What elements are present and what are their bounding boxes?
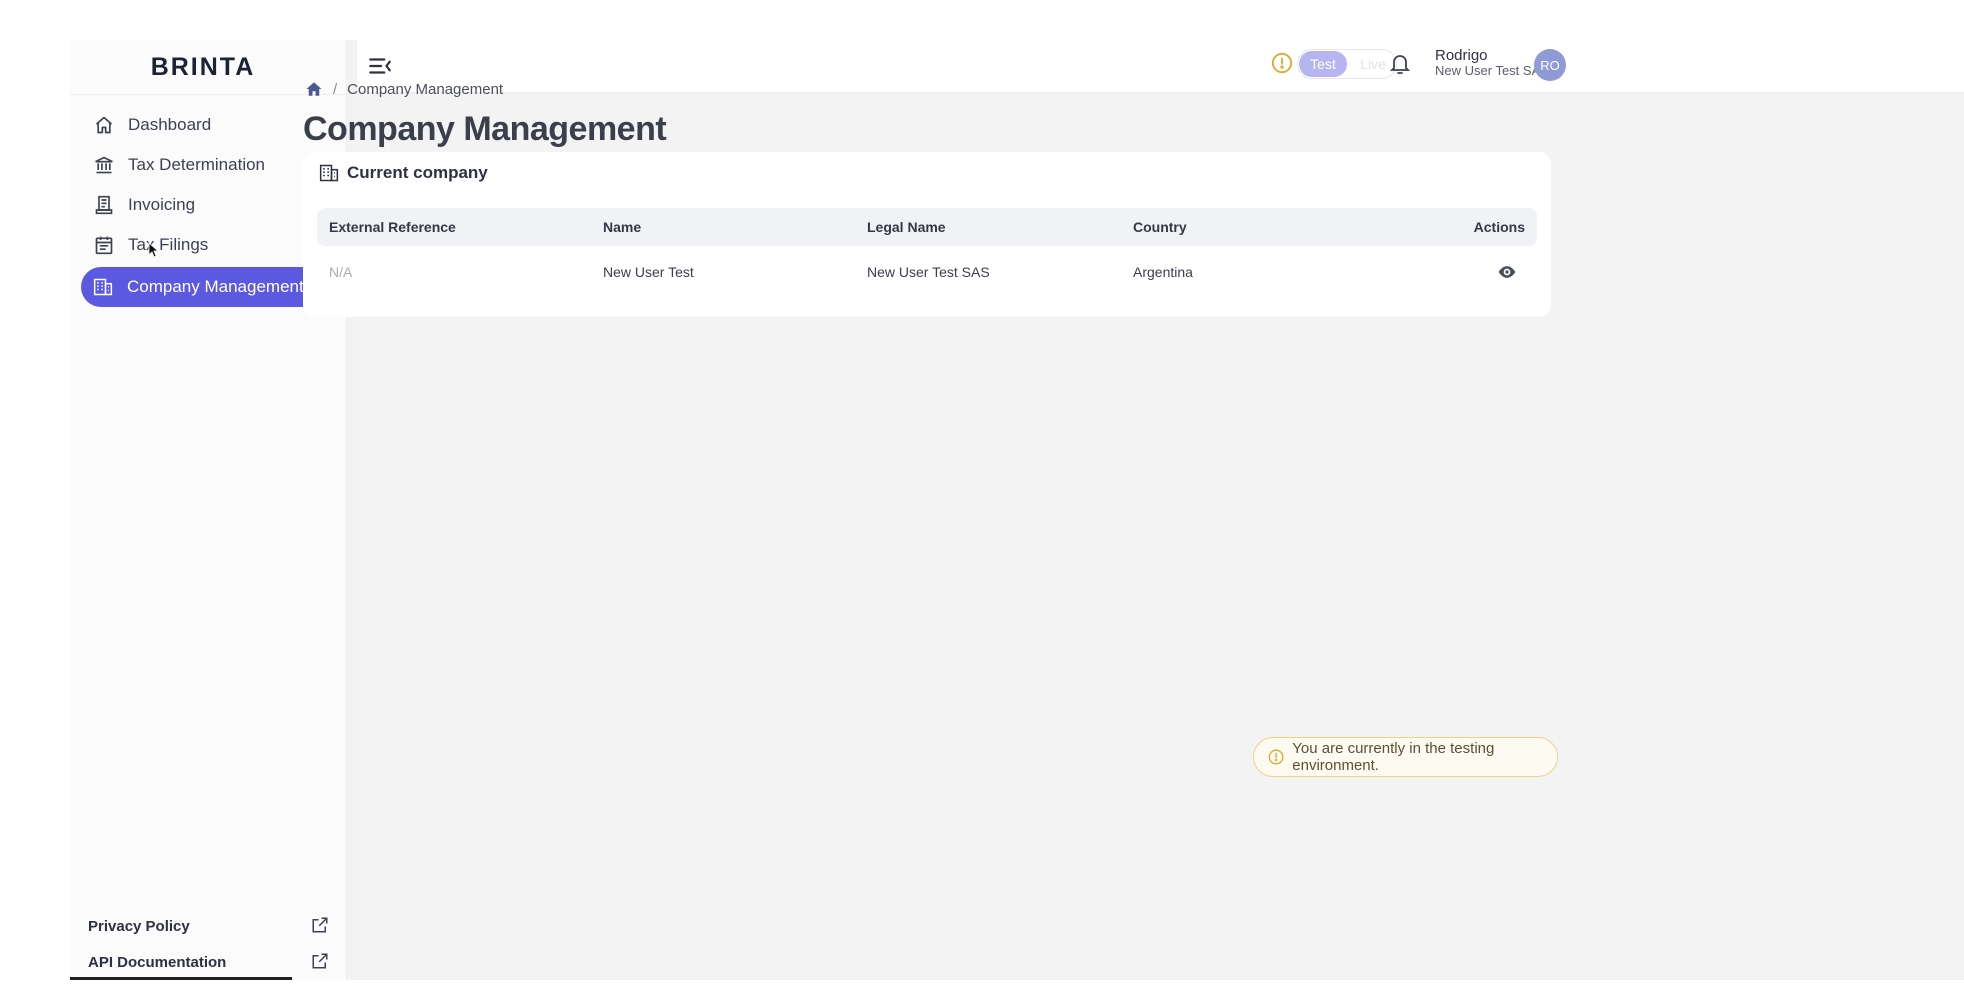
column-header-actions: Actions bbox=[1473, 219, 1525, 235]
footer-link-label: API Documentation bbox=[88, 953, 227, 971]
table-row[interactable]: N/A New User Test New User Test SAS Arge… bbox=[317, 254, 1537, 290]
column-header-name[interactable]: Name bbox=[603, 219, 641, 235]
calendar-list-icon bbox=[92, 233, 116, 257]
environment-toggle[interactable]: Test Live bbox=[1297, 49, 1397, 79]
card-header: Current company bbox=[319, 162, 488, 184]
building-icon bbox=[91, 275, 115, 299]
home-icon bbox=[92, 113, 116, 137]
mouse-cursor-icon bbox=[148, 242, 160, 258]
topbar bbox=[357, 40, 1964, 92]
collapse-menu-icon[interactable] bbox=[367, 53, 393, 79]
privacy-policy-link[interactable]: Privacy Policy bbox=[70, 908, 347, 944]
breadcrumb: / Company Management bbox=[305, 78, 503, 100]
column-header-external-reference[interactable]: External Reference bbox=[329, 219, 456, 235]
sidebar-item-label: Tax Determination bbox=[128, 155, 266, 174]
cell-name: New User Test bbox=[603, 264, 694, 280]
footer-link-label: Privacy Policy bbox=[88, 917, 190, 935]
toast-message: You are currently in the testing environ… bbox=[1292, 740, 1495, 774]
bell-icon[interactable] bbox=[1388, 52, 1412, 76]
avatar[interactable]: RO bbox=[1534, 49, 1566, 81]
external-link-icon bbox=[312, 953, 328, 969]
sidebar-footer: Privacy Policy API Documentation bbox=[70, 908, 347, 980]
view-eye-icon[interactable] bbox=[1497, 262, 1517, 282]
sidebar-item-label: Dashboard bbox=[128, 115, 212, 134]
cell-legal-name: New User Test SAS bbox=[867, 264, 990, 280]
breadcrumb-current: Company Management bbox=[347, 80, 504, 98]
cell-country: Argentina bbox=[1133, 264, 1193, 280]
cell-external-reference: N/A bbox=[329, 264, 353, 280]
bank-icon bbox=[92, 153, 116, 177]
column-header-legal-name[interactable]: Legal Name bbox=[867, 219, 946, 235]
column-header-country[interactable]: Country bbox=[1133, 219, 1187, 235]
footer-divider bbox=[70, 977, 292, 980]
warning-icon bbox=[1268, 749, 1284, 765]
home-icon[interactable] bbox=[305, 80, 323, 98]
sidebar-item-label: Tax Filings bbox=[128, 235, 209, 254]
sidebar-item-label: Invoicing bbox=[128, 195, 196, 214]
brand-logo[interactable]: BRINTA bbox=[151, 53, 266, 82]
building-icon bbox=[319, 164, 339, 182]
breadcrumb-separator: / bbox=[333, 80, 338, 98]
sidebar-item-label: Company Management bbox=[127, 277, 304, 296]
receipt-icon bbox=[92, 193, 116, 217]
page-title: Company Management bbox=[303, 110, 667, 148]
sidebar-item-invoicing[interactable]: Invoicing bbox=[78, 187, 340, 223]
current-company-card: Current company External Reference Name … bbox=[303, 152, 1551, 317]
sidebar-item-tax-determination[interactable]: Tax Determination bbox=[78, 147, 340, 183]
warning-icon[interactable] bbox=[1271, 52, 1293, 74]
env-test-option[interactable]: Test bbox=[1299, 51, 1347, 77]
external-link-icon bbox=[312, 917, 328, 933]
sidebar-item-dashboard[interactable]: Dashboard bbox=[78, 107, 340, 143]
card-title: Current company bbox=[347, 163, 488, 182]
api-documentation-link[interactable]: API Documentation bbox=[70, 944, 347, 980]
environment-toast: You are currently in the testing environ… bbox=[1253, 737, 1558, 777]
sidebar-item-tax-filings[interactable]: Tax Filings bbox=[78, 227, 340, 263]
table-header: External Reference Name Legal Name Count… bbox=[317, 208, 1537, 246]
app-frame: BRINTA Dashboard Tax Determination Invoi… bbox=[70, 40, 1964, 980]
